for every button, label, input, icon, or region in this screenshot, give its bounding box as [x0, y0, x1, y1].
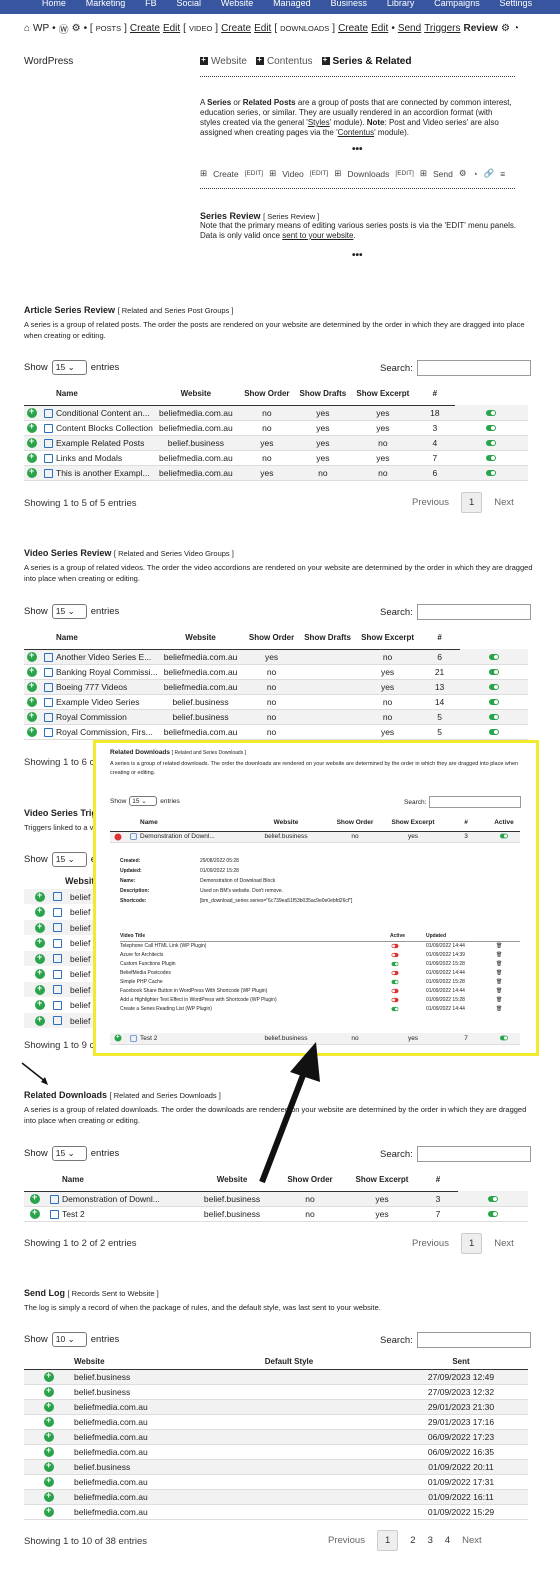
big-arrow-head [290, 1042, 320, 1082]
annotation-arrows [21, 1042, 320, 1184]
big-arrow [259, 1068, 308, 1184]
small-arrow [21, 1062, 47, 1083]
